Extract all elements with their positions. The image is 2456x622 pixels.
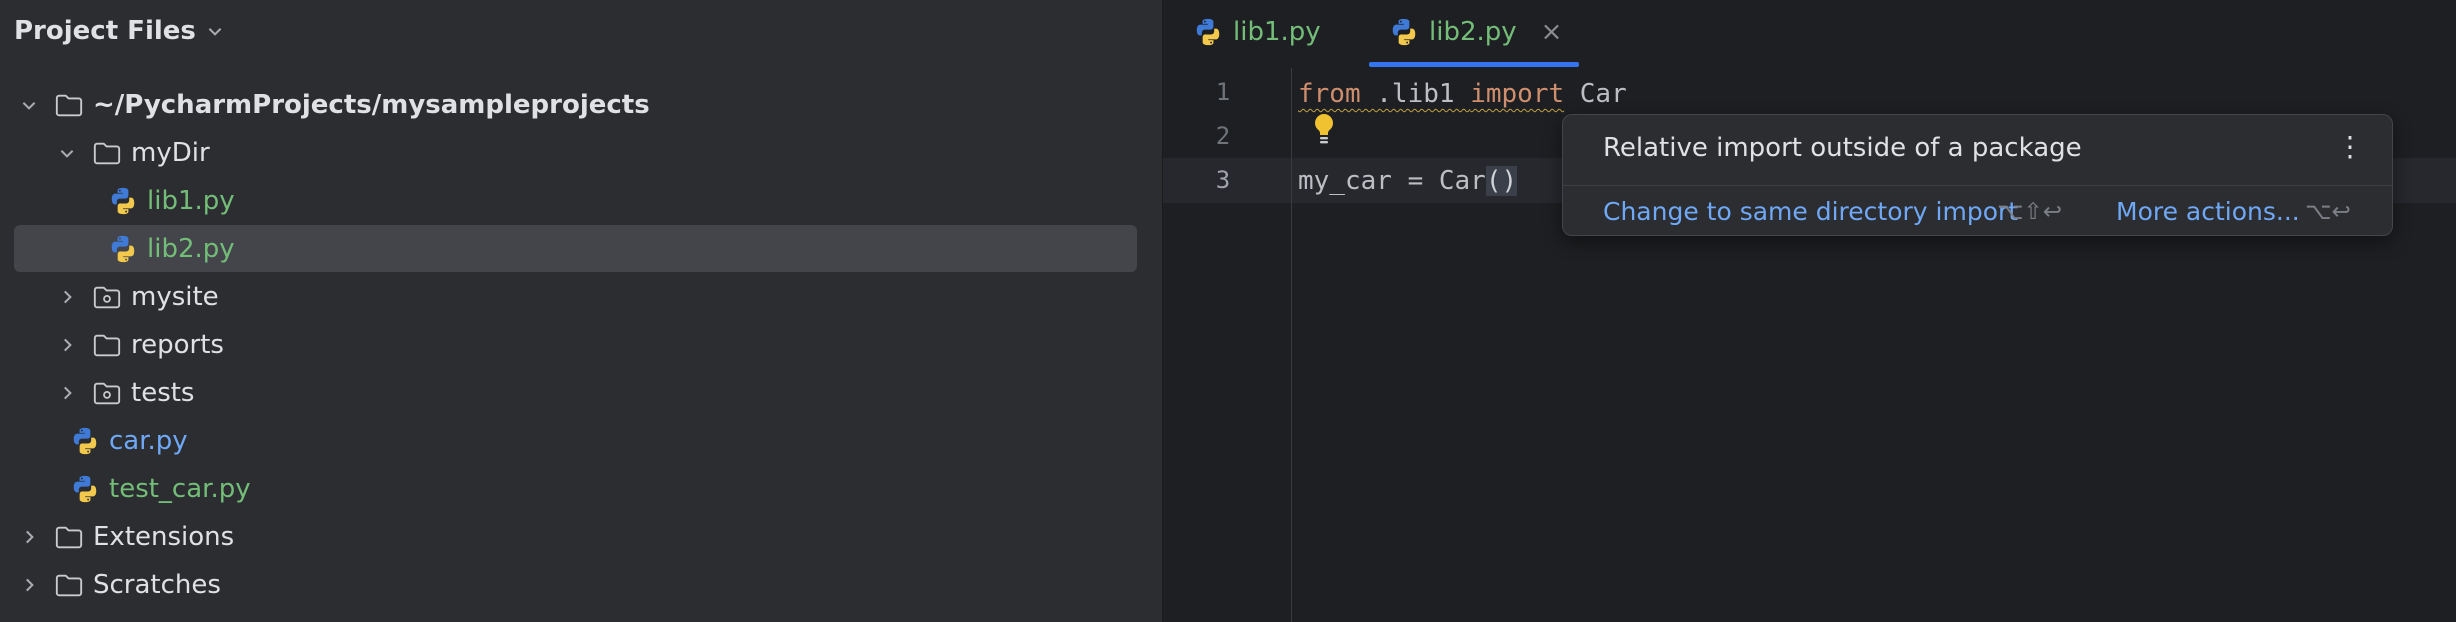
project-files-dropdown[interactable]: Project Files (14, 12, 224, 50)
folder-icon (55, 526, 83, 548)
tree-item-icon (108, 186, 138, 216)
tree-item-label: lib1.py (147, 185, 235, 216)
python-file-icon (1196, 18, 1220, 46)
more-actions-link[interactable]: More actions... (2116, 197, 2300, 226)
line-number: 2 (1215, 122, 1231, 150)
python-file-icon (111, 235, 135, 262)
chevron-down-icon (22, 101, 36, 110)
tree-item-label: test_car.py (109, 473, 251, 504)
tree-item-tests[interactable]: tests (14, 369, 1137, 416)
popup-title: Relative import outside of a package (1603, 133, 2082, 163)
expand-toggle[interactable] (18, 94, 40, 116)
keyword-import: import (1470, 79, 1565, 109)
expand-toggle[interactable] (56, 382, 78, 404)
tree-item-mydir[interactable]: myDir (14, 129, 1137, 176)
lightbulb-icon[interactable] (1311, 112, 1337, 146)
more-options-icon[interactable]: ⋮ (2336, 133, 2364, 161)
tree-item-icon (92, 282, 122, 312)
editor: lib1.py lib2.py × 1 2 3 from .lib1 impor… (1163, 0, 2456, 622)
tree-item-label: tests (131, 377, 195, 408)
expand-toggle[interactable] (56, 286, 78, 308)
tab-lib1[interactable]: lib1.py (1193, 0, 1321, 64)
code-line-3[interactable]: my_car = Car() (1298, 159, 1518, 203)
chevron-right-icon (26, 530, 34, 543)
chevron-right-icon (64, 338, 72, 351)
project-panel: Project Files ~/PycharmProjects/mysample… (0, 0, 1162, 622)
module-folder-icon (93, 286, 121, 308)
chevron-right-icon (64, 290, 72, 303)
tree-item-scratches[interactable]: Scratches (14, 561, 1137, 608)
popup-separator (1563, 185, 2392, 186)
inspection-popup: Relative import outside of a package ⋮ C… (1562, 114, 2393, 236)
tree-item-icon (70, 474, 100, 504)
tab-label: lib1.py (1233, 17, 1321, 47)
expand-toggle[interactable] (56, 334, 78, 356)
tree-item-car-py[interactable]: car.py (14, 417, 1137, 464)
tree-item-label: Scratches (93, 569, 221, 600)
tree-item-label: reports (131, 329, 224, 360)
tree-item-label: mysite (131, 281, 219, 312)
tree-item-reports[interactable]: reports (14, 321, 1137, 368)
folder-icon (93, 334, 121, 356)
python-file-icon (111, 187, 135, 214)
tab-label: lib2.py (1429, 17, 1517, 47)
matched-parens: () (1485, 166, 1518, 196)
module-folder-icon (93, 382, 121, 404)
gutter-separator (1291, 68, 1292, 622)
import-target: Car (1564, 79, 1627, 109)
more-actions-shortcut: ⌥↩ (2305, 199, 2351, 225)
module-name: .lib1 (1360, 79, 1471, 109)
python-file-icon (73, 427, 97, 454)
tree-item-icon (92, 330, 122, 360)
tree-item-icon (92, 138, 122, 168)
tree-item-icon (108, 234, 138, 264)
change-import-shortcut: ⌥⇧↩ (1997, 199, 2063, 225)
tree-item-label: lib2.py (147, 233, 235, 264)
tree-item-label: Extensions (93, 521, 235, 552)
tree-item-icon (54, 90, 84, 120)
tree-item-icon (54, 522, 84, 552)
tree-item-icon (92, 378, 122, 408)
active-tab-indicator (1369, 62, 1579, 67)
expand-toggle[interactable] (18, 574, 40, 596)
chevron-right-icon (26, 578, 34, 591)
change-import-action[interactable]: Change to same directory import (1603, 197, 2018, 226)
code-text: my_car = Car (1298, 166, 1486, 196)
tree-item-label: ~/PycharmProjects/mysampleprojects (93, 89, 650, 120)
tree-item-pycharmprojects-mysampleprojects[interactable]: ~/PycharmProjects/mysampleprojects (14, 81, 1137, 128)
code-line-1[interactable]: from .lib1 import Car (1298, 72, 1627, 116)
tree-item-mysite[interactable]: mysite (14, 273, 1137, 320)
folder-icon (93, 142, 121, 164)
chevron-down-icon (208, 28, 222, 36)
chevron-down-icon (60, 149, 74, 158)
tree-item-lib2-py[interactable]: lib2.py (14, 225, 1137, 272)
tree-item-test-car-py[interactable]: test_car.py (14, 465, 1137, 512)
expand-toggle[interactable] (56, 142, 78, 164)
tree-item-icon (54, 570, 84, 600)
folder-icon (55, 94, 83, 116)
tab-lib2[interactable]: lib2.py × (1389, 0, 1562, 64)
tree-item-icon (70, 426, 100, 456)
line-number: 3 (1215, 166, 1231, 194)
expand-toggle[interactable] (18, 526, 40, 548)
close-tab-icon[interactable]: × (1541, 17, 1563, 47)
python-file-icon (1392, 18, 1416, 46)
tree-item-label: myDir (131, 137, 210, 168)
python-file-icon (73, 475, 97, 502)
chevron-right-icon (64, 386, 72, 399)
folder-icon (55, 574, 83, 596)
tree-item-label: car.py (109, 425, 188, 456)
panel-title: Project Files (14, 16, 196, 46)
line-number: 1 (1215, 78, 1231, 106)
tree-item-extensions[interactable]: Extensions (14, 513, 1137, 560)
tree-item-lib1-py[interactable]: lib1.py (14, 177, 1137, 224)
keyword-from: from (1298, 79, 1361, 109)
